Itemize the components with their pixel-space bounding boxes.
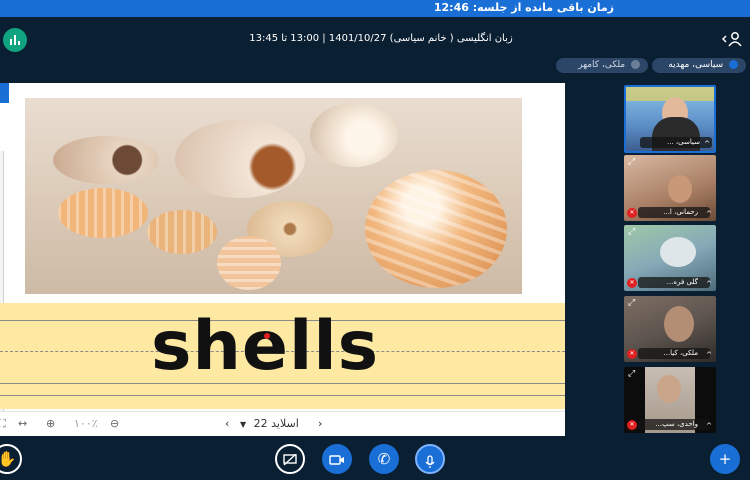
zoom-in-icon[interactable]: ⊕ — [46, 416, 55, 432]
caret-up-icon[interactable]: ^ — [706, 280, 712, 288]
webcam-tile[interactable]: ⤢ ملکی، کیا... ✕ ^ — [624, 296, 716, 362]
slide-selector-label: اسلاید 22 — [253, 417, 299, 430]
shell-image-8 — [365, 170, 507, 288]
phone-icon[interactable]: ✆ — [369, 444, 399, 474]
users-toggle-icon[interactable] — [721, 30, 744, 48]
talker-pill[interactable]: ملکی، کامهر — [556, 58, 648, 73]
webcam-person — [660, 237, 696, 267]
camera-icon[interactable] — [322, 444, 352, 474]
shell-image-4 — [58, 188, 148, 238]
webcam-name: ملکی، کیا... — [638, 348, 710, 359]
fit-width-icon[interactable]: ↔ — [18, 416, 27, 432]
webcam-tile[interactable]: ⤢ گلی فره... ✕ ^ — [624, 225, 716, 291]
guide-line-bottom — [0, 395, 565, 396]
header: زبان انگلیسی ( خانم سیاسی) 1401/10/27 | … — [0, 17, 750, 73]
caret-up-icon[interactable]: ^ — [706, 351, 712, 359]
caret-up-icon[interactable]: ^ — [706, 210, 712, 218]
expand-icon[interactable]: ⤢ — [628, 227, 635, 237]
fullscreen-icon[interactable]: ⛶ — [0, 416, 6, 432]
shell-image-5 — [147, 210, 217, 254]
slide-selector[interactable]: اسلاید 22 ▼ — [240, 416, 299, 433]
session-timer-text: زمان باقی مانده از جلسه: 12:46 — [433, 1, 614, 14]
screen-share-icon[interactable] — [275, 444, 305, 474]
next-slide-icon[interactable]: ‹ — [225, 416, 229, 432]
shell-image-1 — [53, 136, 159, 184]
expand-icon[interactable]: ⤢ — [628, 157, 635, 167]
zoom-out-icon[interactable]: ⊖ — [110, 416, 119, 432]
presentation-menu-button[interactable] — [0, 83, 9, 103]
meeting-title: زبان انگلیسی ( خانم سیاسی) 1401/10/27 | … — [249, 33, 513, 44]
microphone-icon[interactable] — [415, 444, 445, 474]
webcam-name: گلی فره... — [638, 277, 710, 288]
webcam-name: واحدی، سپ... — [638, 419, 710, 430]
chevron-down-icon: ▼ — [240, 420, 247, 429]
muted-icon: ✕ — [627, 278, 637, 288]
presentation-toolbar: ⛶ ↔ ⊕ ۱۰۰٪ ⊖ ‹ اسلاید 22 ▼ › — [0, 411, 565, 436]
shell-image-3 — [310, 103, 398, 167]
expand-icon[interactable]: ⤢ — [628, 298, 635, 308]
muted-icon: ✕ — [627, 420, 637, 430]
presentation-area: shells ⛶ ↔ ⊕ ۱۰۰٪ ⊖ ‹ اسلاید 22 ▼ › — [0, 83, 565, 436]
shell-image-7 — [217, 236, 281, 290]
talking-indicator-icon — [631, 60, 640, 69]
webcam-person — [668, 175, 692, 203]
muted-icon: ✕ — [627, 208, 637, 218]
action-bar: ✋ ✆ + — [0, 436, 750, 480]
slide-image-shells — [25, 98, 522, 294]
webcam-tile[interactable]: ⤢ رحمانی، ا... ✕ ^ — [624, 155, 716, 221]
handwriting-lines: shells — [0, 303, 565, 409]
presenter-pill[interactable]: سیاسی، مهدیه — [652, 58, 746, 73]
zoom-level: ۱۰۰٪ — [74, 417, 98, 430]
raise-hand-icon[interactable]: ✋ — [0, 444, 22, 474]
caret-up-icon[interactable]: ^ — [704, 140, 710, 148]
annotation-dot — [264, 333, 270, 339]
muted-icon: ✕ — [627, 349, 637, 359]
presenter-name: سیاسی، مهدیه — [668, 60, 724, 70]
caret-up-icon[interactable]: ^ — [706, 422, 712, 430]
previous-slide-icon[interactable]: › — [318, 416, 322, 432]
session-timer-bar: زمان باقی مانده از جلسه: 12:46 — [0, 0, 750, 17]
webcam-person — [664, 306, 694, 342]
shell-image-2 — [175, 120, 305, 198]
webcam-tile[interactable]: سیاسی، ... ^ — [624, 85, 716, 153]
webcam-name: سیاسی، ... — [640, 137, 712, 148]
webcam-person — [657, 375, 681, 403]
user-status-icon — [729, 60, 738, 69]
plus-icon[interactable]: + — [710, 444, 740, 474]
webcam-tile[interactable]: ⤢ واحدی، سپ... ✕ ^ — [624, 367, 716, 433]
slide-word: shells — [151, 307, 380, 386]
talker-name: ملکی، کامهر — [578, 60, 626, 70]
webcam-name: رحمانی، ا... — [638, 207, 710, 218]
expand-icon[interactable]: ⤢ — [628, 369, 635, 379]
